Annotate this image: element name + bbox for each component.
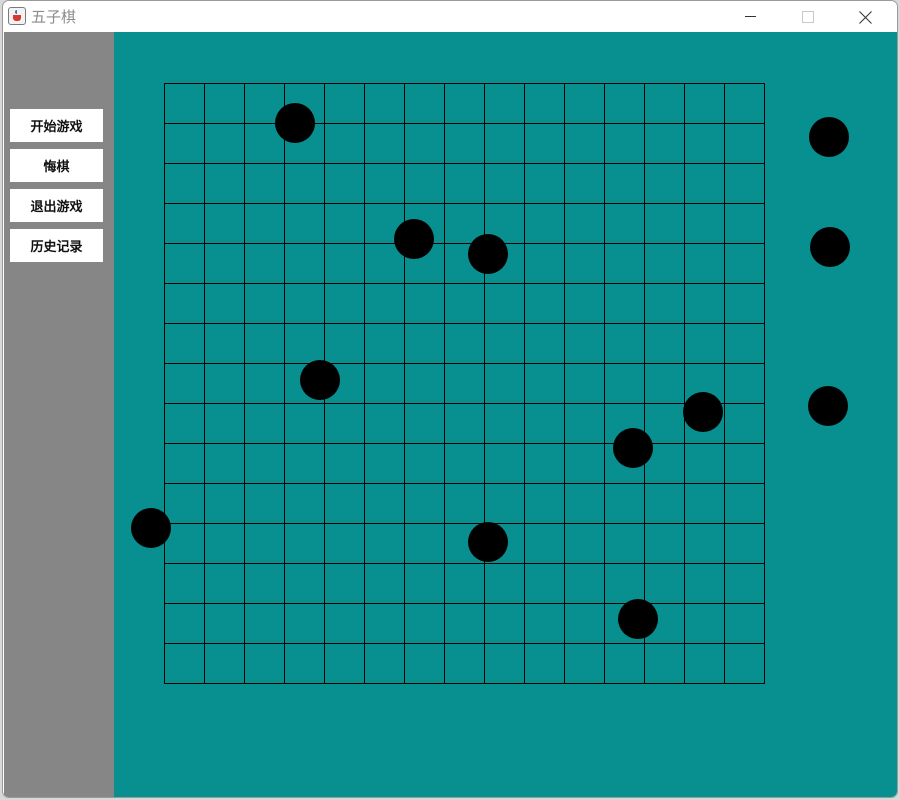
black-stone (808, 116, 849, 157)
black-stone (467, 521, 508, 562)
black-stone (467, 233, 508, 274)
black-stone (130, 507, 171, 548)
java-cup-icon[interactable] (8, 7, 26, 25)
black-stone (299, 359, 340, 400)
game-window: 五子棋 开始游戏 悔棋 退出游戏 历史记录 (2, 0, 898, 798)
close-icon (859, 10, 873, 24)
black-stone (682, 391, 723, 432)
black-stone (274, 102, 315, 143)
exit-game-button[interactable]: 退出游戏 (10, 189, 103, 222)
maximize-button[interactable] (785, 1, 831, 32)
black-stone (393, 218, 434, 259)
black-stone (807, 385, 848, 426)
title-bar[interactable]: 五子棋 (3, 1, 897, 32)
minimize-icon (744, 16, 756, 17)
black-stone (612, 427, 653, 468)
minimize-button[interactable] (727, 1, 773, 32)
maximize-icon (802, 10, 814, 23)
close-button[interactable] (843, 1, 889, 32)
black-stone (617, 598, 658, 639)
history-button[interactable]: 历史记录 (10, 229, 103, 262)
black-stone (809, 226, 850, 267)
board-grid (164, 83, 765, 684)
sidebar: 开始游戏 悔棋 退出游戏 历史记录 (4, 32, 114, 797)
undo-move-button[interactable]: 悔棋 (10, 149, 103, 182)
start-game-button[interactable]: 开始游戏 (10, 109, 103, 142)
window-title: 五子棋 (31, 8, 77, 26)
game-board[interactable] (114, 32, 897, 797)
